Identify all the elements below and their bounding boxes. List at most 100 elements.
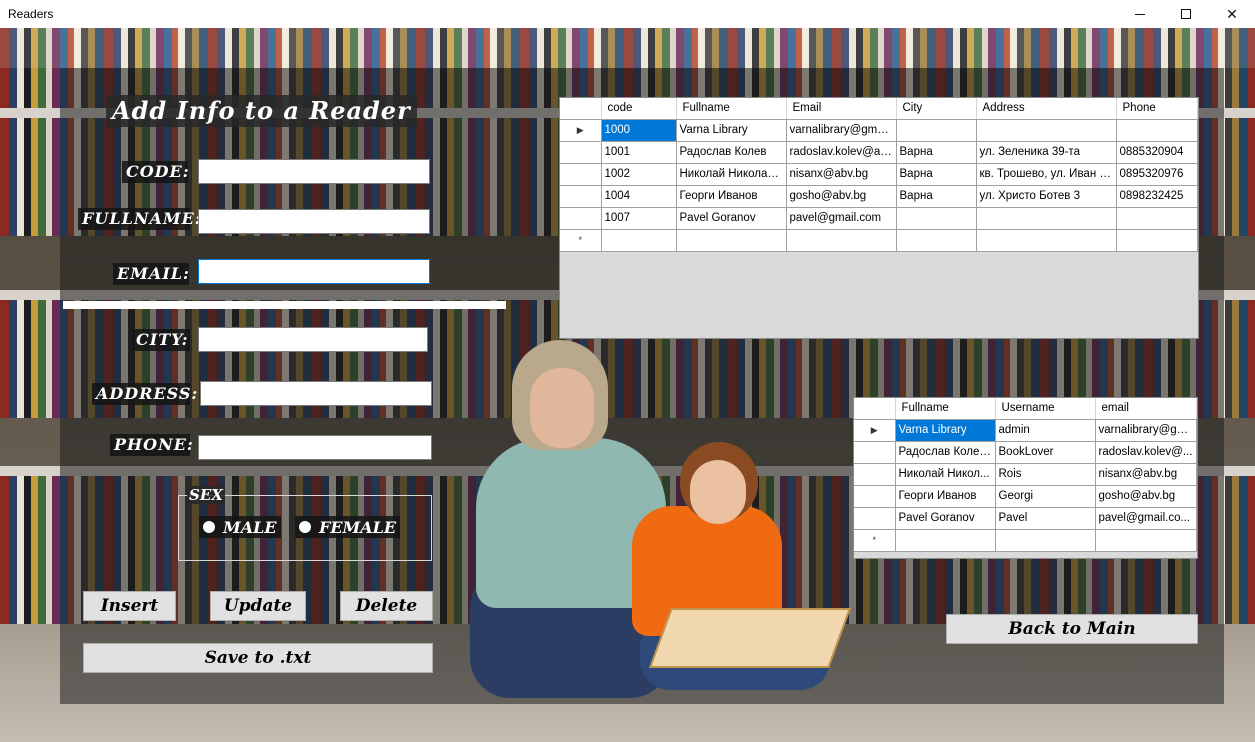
close-button[interactable]: ✕ [1209, 0, 1255, 28]
table-row[interactable]: Радослав Колев... BookLover radoslav.kolev… [854, 440, 1197, 464]
table-row[interactable]: 1007 Pavel Goranov pavel@gmail.com [560, 206, 1198, 230]
table-row[interactable]: Pavel Goranov Pavel pavel@gmail.co... [854, 506, 1197, 530]
row-header[interactable]: ▶ [854, 418, 896, 442]
table-cell[interactable]: gosho@abv.bg [1094, 484, 1197, 508]
table-cell[interactable]: Радослав Колев [675, 140, 787, 164]
table-cell[interactable]: Николай Никол... [894, 462, 996, 486]
table-row[interactable]: ▶ Varna Library admin varnalibrary@gm... [854, 418, 1197, 442]
row-header[interactable] [854, 484, 896, 508]
table-cell[interactable]: Pavel Goranov [894, 506, 996, 530]
table-cell[interactable]: gosho@abv.bg [785, 184, 897, 208]
table-cell[interactable]: pavel@gmail.com [785, 206, 897, 230]
table-cell[interactable]: Варна [895, 162, 977, 186]
phone-input[interactable] [198, 435, 432, 460]
table-cell[interactable] [994, 528, 1096, 552]
table-row[interactable]: 1001 Радослав Колев radoslav.kolev@ab... Ва… [560, 140, 1198, 164]
table-cell[interactable]: 0895320976 [1115, 162, 1198, 186]
table-cell[interactable]: Pavel Goranov [675, 206, 787, 230]
row-header[interactable]: ▶ [560, 118, 602, 142]
table-cell[interactable] [1115, 206, 1198, 230]
table-cell[interactable] [600, 228, 677, 252]
save-to-txt-button[interactable]: Save to .txt [83, 643, 433, 673]
table-cell[interactable] [894, 528, 996, 552]
table-cell[interactable] [975, 206, 1117, 230]
grid-corner-header[interactable] [854, 398, 896, 420]
table-cell[interactable] [1115, 118, 1198, 142]
row-header[interactable] [854, 506, 896, 530]
fullname-input[interactable] [198, 209, 430, 234]
table-cell[interactable] [1094, 528, 1197, 552]
column-header[interactable]: Fullname [895, 398, 996, 420]
address-input[interactable] [200, 381, 432, 406]
table-cell[interactable]: Варна [895, 184, 977, 208]
table-cell[interactable] [895, 118, 977, 142]
table-cell[interactable] [975, 228, 1117, 252]
column-header[interactable]: Username [995, 398, 1096, 420]
column-header[interactable]: City [896, 98, 977, 120]
table-cell[interactable]: radoslav.kolev@ab... [785, 140, 897, 164]
row-header[interactable] [560, 184, 602, 208]
code-input[interactable] [198, 159, 430, 184]
city-input[interactable] [198, 327, 428, 352]
new-row[interactable]: * [560, 228, 1198, 252]
column-header[interactable]: code [601, 98, 677, 120]
table-cell[interactable]: admin [994, 418, 1096, 442]
grid-corner-header[interactable] [560, 98, 602, 120]
row-header[interactable] [560, 140, 602, 164]
table-cell[interactable] [1115, 228, 1198, 252]
row-header[interactable] [854, 462, 896, 486]
table-cell[interactable]: 0898232425 [1115, 184, 1198, 208]
table-cell[interactable]: nisanx@abv.bg [785, 162, 897, 186]
table-cell[interactable]: BookLover [994, 440, 1096, 464]
row-header[interactable] [854, 440, 896, 464]
table-row[interactable]: 1004 Георги Иванов gosho@abv.bg Варна ул. Хр… [560, 184, 1198, 208]
table-cell[interactable]: nisanx@abv.bg [1094, 462, 1197, 486]
table-cell[interactable] [895, 228, 977, 252]
table-row[interactable]: 1002 Николай Николае... nisanx@abv.bg Варна… [560, 162, 1198, 186]
delete-button[interactable]: Delete [340, 591, 433, 621]
minimize-button[interactable] [1117, 0, 1163, 28]
table-cell[interactable]: Rois [994, 462, 1096, 486]
table-cell[interactable]: 0885320904 [1115, 140, 1198, 164]
table-cell[interactable]: varnalibrary@gm... [1094, 418, 1197, 442]
table-cell[interactable]: Pavel [994, 506, 1096, 530]
row-header[interactable] [560, 206, 602, 230]
table-cell[interactable]: Радослав Колев... [894, 440, 996, 464]
column-header[interactable]: Address [976, 98, 1117, 120]
table-cell[interactable]: 1001 [600, 140, 677, 164]
column-header[interactable]: Phone [1116, 98, 1198, 120]
table-cell[interactable]: кв. Трошево, ул. Иван С... [975, 162, 1117, 186]
new-row[interactable]: * [854, 528, 1197, 552]
table-cell[interactable] [785, 228, 897, 252]
table-cell[interactable]: Varna Library [894, 418, 996, 442]
table-cell[interactable] [895, 206, 977, 230]
table-cell[interactable]: ул. Зеленика 39-та [975, 140, 1117, 164]
table-cell[interactable] [675, 228, 787, 252]
back-to-main-button[interactable]: Back to Main [946, 614, 1198, 644]
column-header[interactable]: email [1095, 398, 1197, 420]
table-cell[interactable]: Варна [895, 140, 977, 164]
table-cell[interactable]: ул. Христо Ботев 3 [975, 184, 1117, 208]
row-header[interactable] [560, 162, 602, 186]
table-row[interactable]: Николай Никол... Rois nisanx@abv.bg [854, 462, 1197, 486]
table-cell[interactable]: 1000 [600, 118, 677, 142]
table-cell[interactable]: 1004 [600, 184, 677, 208]
male-radio[interactable]: MALE [199, 516, 281, 538]
table-row[interactable]: Георги Иванов Georgi gosho@abv.bg [854, 484, 1197, 508]
update-button[interactable]: Update [210, 591, 306, 621]
table-cell[interactable]: pavel@gmail.co... [1094, 506, 1197, 530]
table-cell[interactable]: Георги Иванов [894, 484, 996, 508]
table-row[interactable]: ▶ 1000 Varna Library varnalibrary@gmail.... [560, 118, 1198, 142]
column-header[interactable]: Email [786, 98, 897, 120]
table-cell[interactable]: Николай Николае... [675, 162, 787, 186]
table-cell[interactable]: Varna Library [675, 118, 787, 142]
maximize-button[interactable] [1163, 0, 1209, 28]
table-cell[interactable]: 1002 [600, 162, 677, 186]
readers-datagrid[interactable]: code Fullname Email City Address Phone ▶ 1000 V… [559, 97, 1199, 339]
table-cell[interactable]: varnalibrary@gmail.... [785, 118, 897, 142]
female-radio[interactable]: FEMALE [295, 516, 401, 538]
column-header[interactable]: Fullname [676, 98, 787, 120]
users-datagrid[interactable]: Fullname Username email ▶ Varna Library admi… [853, 397, 1198, 559]
table-cell[interactable] [975, 118, 1117, 142]
table-cell[interactable]: radoslav.kolev@... [1094, 440, 1197, 464]
